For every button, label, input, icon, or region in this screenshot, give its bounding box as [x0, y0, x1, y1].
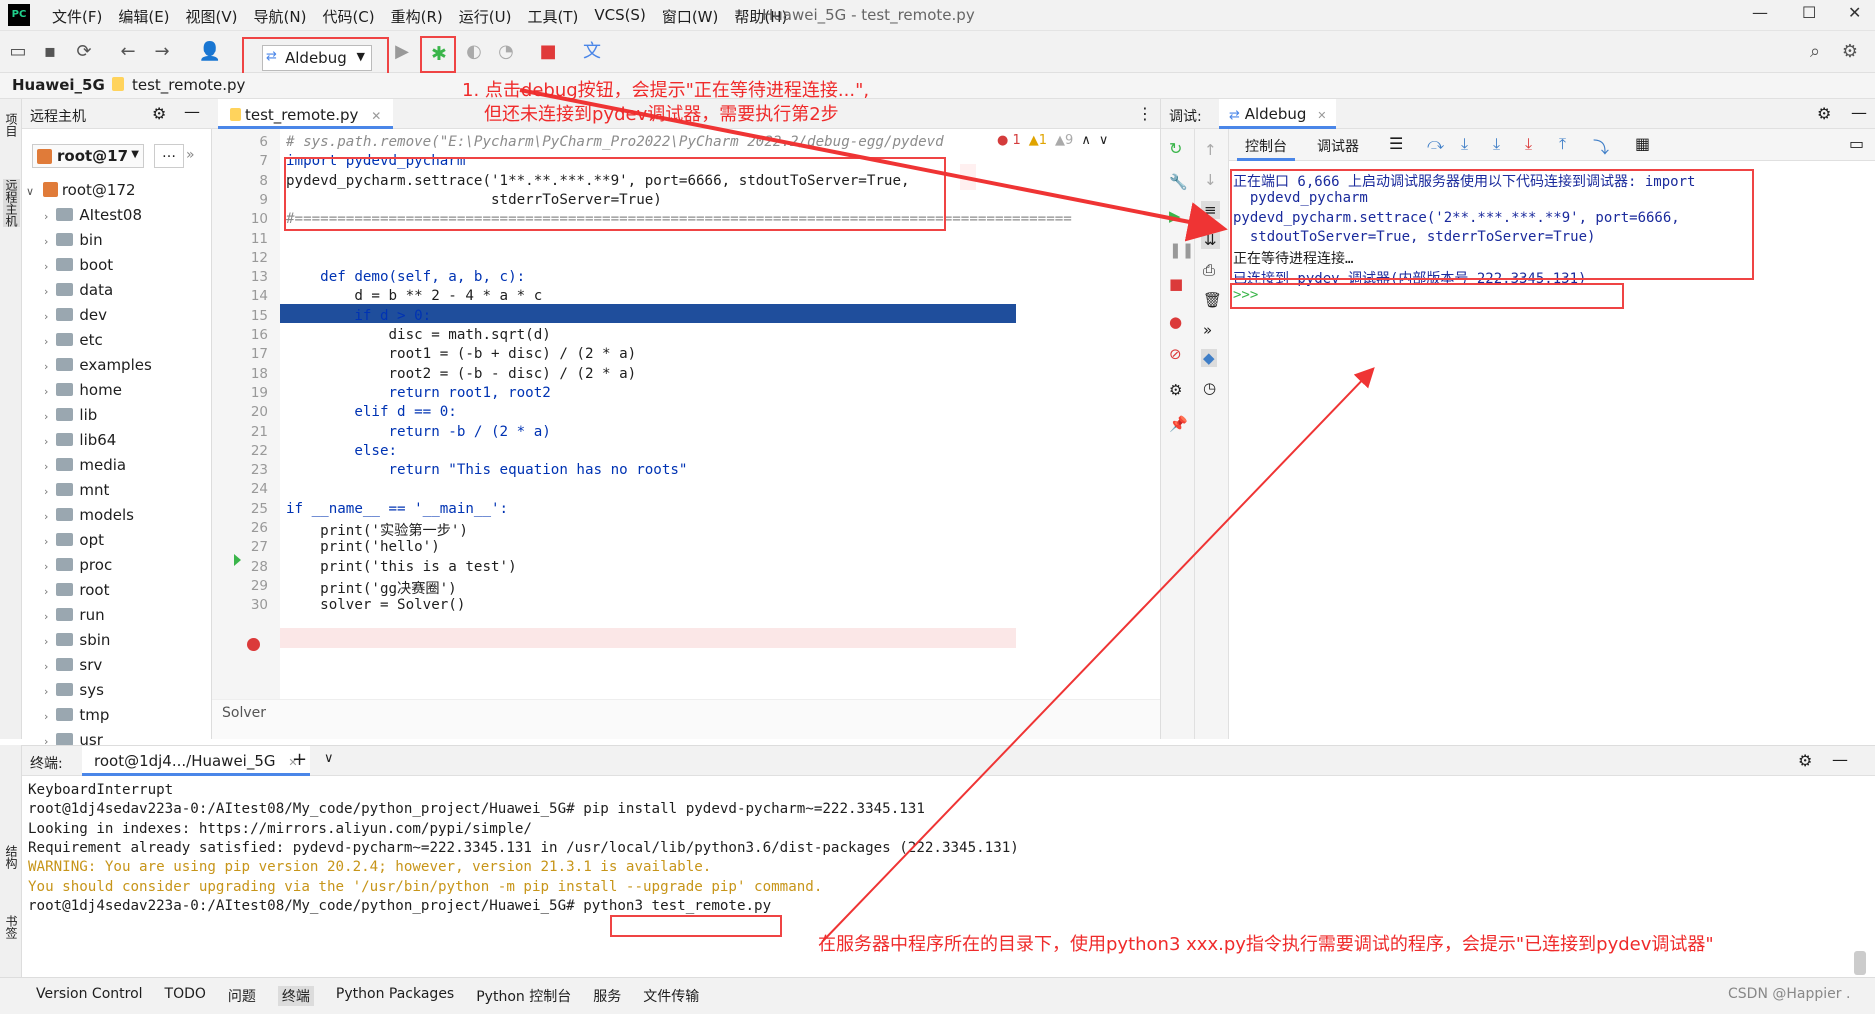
annotation-step1b: 但还未连接到pydev调试器，需要执行第2步 [484, 104, 839, 125]
arrow-to-connected [821, 367, 1375, 943]
annotation-arrows [519, 88, 1375, 943]
annotation-step1: 1. 点击debug按钮，会提示"正在等待进程连接...", [462, 80, 870, 101]
annotation-step2: 在服务器中程序所在的目录下，使用python3 xxx.py指令执行需要调试的程… [818, 934, 1714, 955]
